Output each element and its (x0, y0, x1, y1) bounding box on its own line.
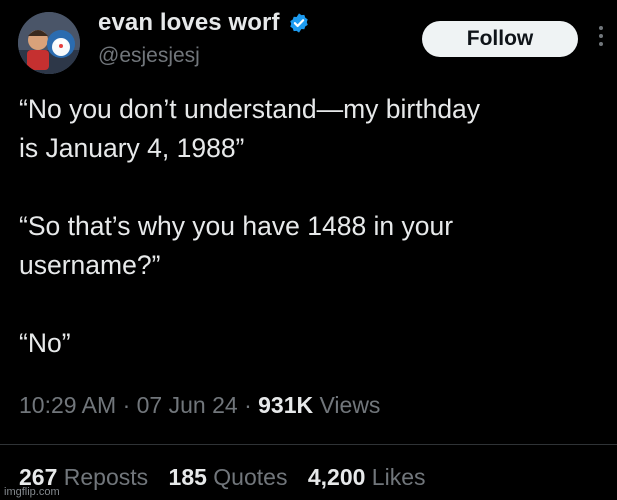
quotes-link[interactable]: 185 Quotes (169, 464, 294, 490)
tweet-line: “So that’s why you have 1488 in your (19, 211, 454, 241)
tweet-line: is January 4, 1988” (19, 133, 245, 163)
display-name[interactable]: evan loves worf (98, 9, 280, 37)
tweet-date[interactable]: 07 Jun 24 (137, 392, 238, 418)
watermark: imgflip.com (4, 486, 60, 498)
tweet-line: “No you don’t understand—my birthday (19, 94, 481, 124)
quotes-count: 185 (168, 464, 207, 490)
meta-separator: · (244, 392, 252, 418)
tweet-time[interactable]: 10:29 AM (19, 392, 116, 418)
reposts-label: Reposts (63, 464, 149, 490)
tweet-text: “No you don’t understand—my birthday is … (19, 90, 609, 363)
divider (0, 444, 617, 445)
tweet-line: username?” (19, 250, 161, 280)
views-label: Views (319, 392, 381, 418)
views-count: 931K (258, 392, 314, 418)
tweet-meta: 10:29 AM · 07 Jun 24 · 931K Views (19, 392, 380, 419)
likes-count: 4,200 (307, 464, 366, 490)
tweet-stats: 267 Reposts 185 Quotes 4,200 Likes (19, 464, 440, 491)
verified-badge-icon (289, 13, 308, 33)
display-name-row[interactable]: evan loves worf (98, 9, 310, 37)
more-options-icon[interactable] (598, 26, 604, 48)
user-handle[interactable]: @esjesjesj (98, 44, 200, 68)
meta-separator: · (122, 392, 131, 418)
tweet-line: “No” (19, 328, 71, 358)
likes-link[interactable]: 4,200 Likes (308, 464, 426, 490)
avatar[interactable] (18, 12, 80, 74)
quotes-label: Quotes (213, 464, 288, 490)
follow-button[interactable]: Follow (422, 21, 578, 57)
likes-label: Likes (371, 464, 426, 490)
